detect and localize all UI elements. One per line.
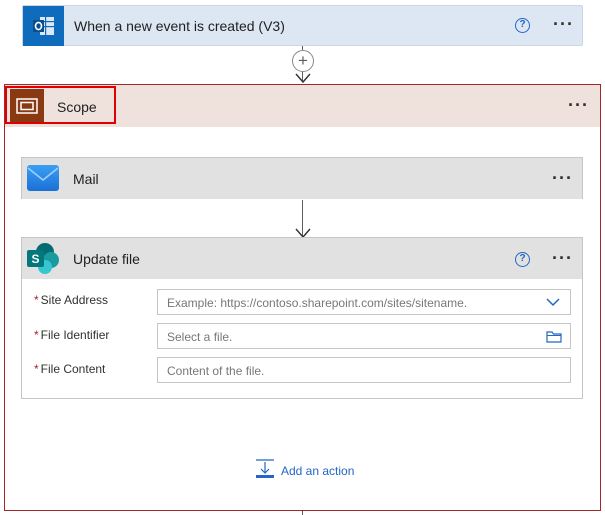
folder-icon[interactable] — [546, 330, 562, 343]
update-file-title: Update file — [73, 251, 140, 267]
file-identifier-input[interactable]: Select a file. — [157, 323, 571, 349]
mail-title: Mail — [73, 171, 99, 187]
more-options-button[interactable]: ··· — [552, 169, 573, 187]
site-address-placeholder: Example: https://contoso.sharepoint.com/… — [167, 296, 468, 310]
scope-header[interactable]: Scope ··· — [5, 85, 600, 127]
arrow-down-icon — [295, 73, 311, 84]
help-icon[interactable]: ? — [515, 252, 530, 267]
add-action-icon — [256, 459, 274, 478]
add-action-button[interactable]: Add an action — [253, 459, 383, 481]
outlook-icon — [23, 6, 64, 46]
trigger-title: When a new event is created (V3) — [74, 18, 285, 34]
more-options-button[interactable]: ··· — [553, 15, 574, 33]
scope-title: Scope — [57, 99, 97, 115]
more-options-button[interactable]: ··· — [552, 249, 573, 267]
file-content-placeholder: Content of the file. — [167, 364, 265, 378]
file-content-label: * File Content — [34, 362, 106, 376]
sharepoint-icon: S — [25, 241, 61, 277]
trigger-card[interactable]: When a new event is created (V3) ? ··· — [22, 5, 583, 46]
chevron-down-icon[interactable] — [546, 298, 560, 307]
connector-line — [302, 511, 303, 515]
file-identifier-label: * File Identifier — [34, 328, 110, 342]
file-content-input[interactable]: Content of the file. — [157, 357, 571, 383]
update-file-action-card[interactable]: S Update file ? ··· * Site Address Exampl… — [21, 237, 583, 399]
scope-container: Scope ··· Mail ··· S Update file ? ··· *… — [4, 84, 601, 511]
card-header: Mail ··· — [22, 158, 582, 199]
more-options-button[interactable]: ··· — [568, 96, 589, 114]
file-identifier-placeholder: Select a file. — [167, 330, 233, 344]
svg-text:S: S — [31, 252, 39, 266]
add-action-label: Add an action — [281, 464, 355, 478]
mail-action-card[interactable]: Mail ··· — [21, 157, 583, 199]
mail-icon — [26, 163, 60, 193]
help-icon[interactable]: ? — [515, 18, 530, 33]
add-step-button[interactable]: + — [292, 50, 314, 72]
card-header: S Update file ? ··· — [22, 238, 582, 279]
site-address-input[interactable]: Example: https://contoso.sharepoint.com/… — [157, 289, 571, 315]
site-address-label: * Site Address — [34, 293, 109, 307]
